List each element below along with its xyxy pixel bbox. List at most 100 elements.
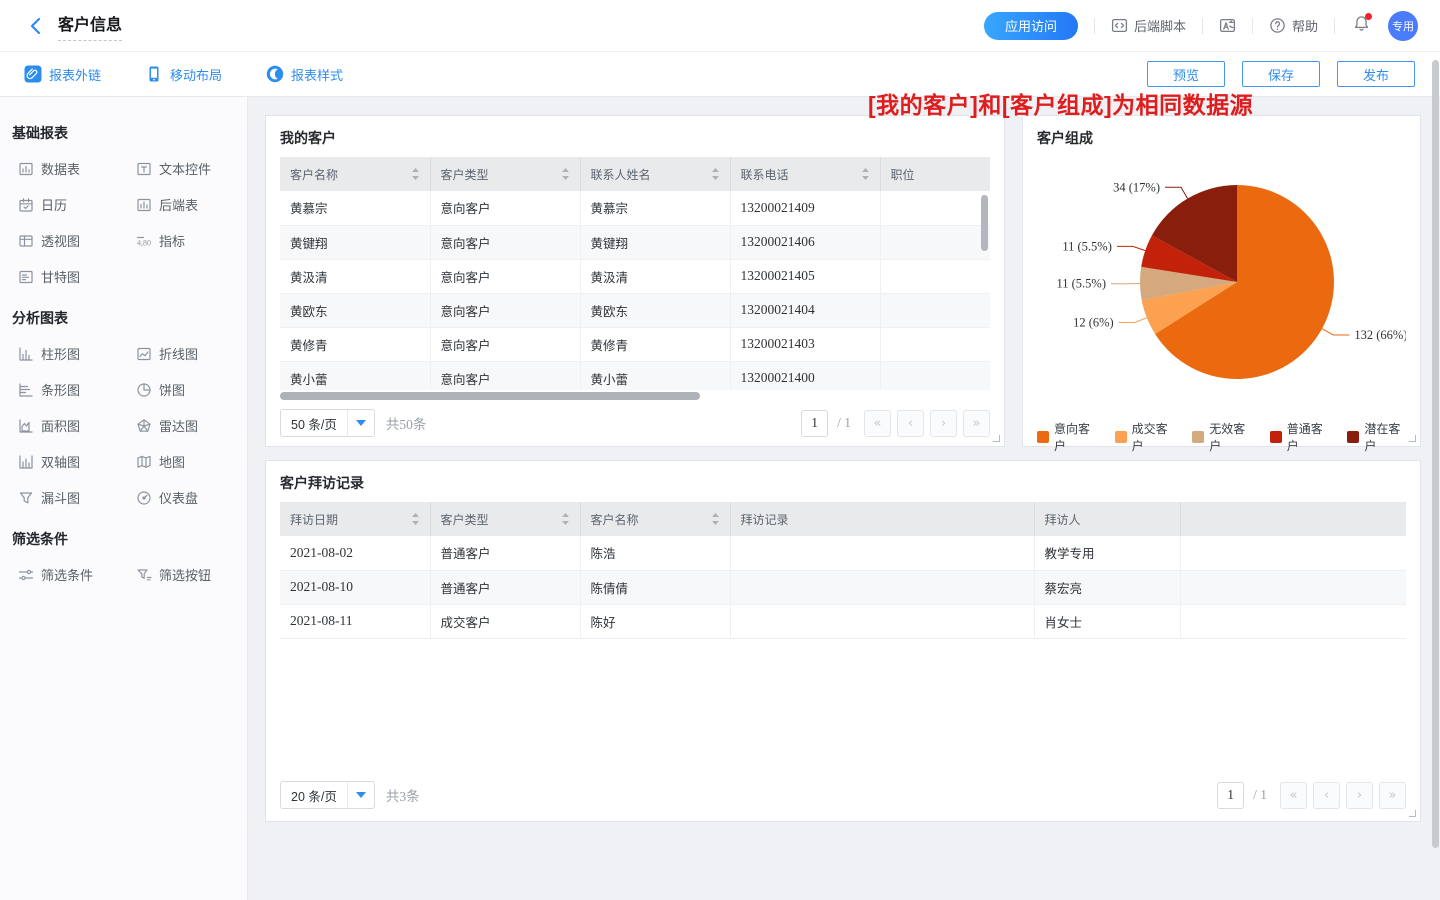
column-header[interactable]: 客户类型 xyxy=(430,502,581,536)
legend-item[interactable]: 普通客户 xyxy=(1269,420,1329,454)
svg-text:4,80: 4,80 xyxy=(137,238,151,247)
page-size-select[interactable]: 20 条/页 xyxy=(280,781,375,809)
sidebar-item-gantt[interactable]: 甘特图 xyxy=(18,267,136,286)
sidebar-item-bar-chart[interactable]: 条形图 xyxy=(18,380,136,399)
pie-data-label: 12 (6%) xyxy=(1073,316,1114,330)
back-icon[interactable] xyxy=(26,16,46,36)
sidebar-item-gauge[interactable]: 仪表盘 xyxy=(136,488,246,507)
mobile-layout-button[interactable]: 移动布局 xyxy=(145,65,222,84)
sidebar-item-data-table[interactable]: 数据表 xyxy=(18,159,136,178)
sidebar-item-dual-axis-chart[interactable]: 双轴图 xyxy=(18,452,136,471)
page-scrollbar[interactable] xyxy=(1432,60,1439,890)
table-vertical-scrollbar[interactable] xyxy=(981,195,988,251)
calendar-icon xyxy=(19,197,33,212)
notification-button[interactable] xyxy=(1353,12,1372,37)
page-size-select[interactable]: 50 条/页 xyxy=(280,409,375,437)
column-header[interactable]: 拜访人 xyxy=(1034,502,1181,536)
map-icon xyxy=(137,455,151,468)
sidebar-item-column-chart[interactable]: 柱形图 xyxy=(18,344,136,363)
report-link-icon xyxy=(24,65,42,83)
visit-records-table: 拜访日期 客户类型 客户名称 拜访记录 拜访人 2021-08-02 普通客户 陈浩… xyxy=(280,502,1406,639)
section-title-charts: 分析图表 xyxy=(12,310,68,326)
panel-my-customers[interactable]: 我的客户 客户名称 客户类型 联系人姓名 联系电话 职位 黄慕宗 意向客户 黄慕… xyxy=(265,115,1005,447)
save-button[interactable]: 保存 xyxy=(1242,61,1320,87)
last-page-button[interactable]: » xyxy=(1379,781,1406,809)
language-icon xyxy=(1219,19,1236,32)
indicator-icon: 4,80 xyxy=(136,236,151,247)
prev-page-button[interactable]: ‹ xyxy=(1313,781,1340,809)
gauge-icon xyxy=(137,490,151,505)
column-header[interactable]: 职位 xyxy=(880,157,990,191)
sidebar-item-indicator[interactable]: 4,80 指标 xyxy=(136,231,246,250)
sidebar-item-backend-table[interactable]: 后端表 xyxy=(136,195,246,214)
sidebar-item-filter-condition[interactable]: 筛选条件 xyxy=(18,565,136,584)
resize-handle[interactable] xyxy=(1409,435,1416,442)
sidebar-item-radar-chart[interactable]: 雷达图 xyxy=(136,416,246,435)
sidebar-item-pie-chart[interactable]: 饼图 xyxy=(136,380,246,399)
pie-data-label: 11 (5.5%) xyxy=(1062,239,1112,253)
legend-item[interactable]: 成交客户 xyxy=(1114,420,1174,454)
page-scrollbar-thumb[interactable] xyxy=(1432,60,1439,848)
resize-handle[interactable] xyxy=(993,435,1000,442)
column-header[interactable]: 拜访日期 xyxy=(280,502,431,536)
backend-script-button[interactable]: 后端脚本 xyxy=(1111,16,1186,35)
next-page-button[interactable]: › xyxy=(1346,781,1373,809)
first-page-button[interactable]: « xyxy=(864,409,891,437)
column-header[interactable]: 联系电话 xyxy=(730,157,881,191)
resize-handle[interactable] xyxy=(1409,810,1416,817)
publish-button[interactable]: 发布 xyxy=(1337,61,1415,87)
sort-icon[interactable] xyxy=(861,167,870,181)
prev-page-button[interactable]: ‹ xyxy=(897,409,924,437)
table-horizontal-scrollbar[interactable] xyxy=(280,392,990,400)
sort-icon[interactable] xyxy=(561,167,570,181)
preview-button[interactable]: 预览 xyxy=(1147,61,1225,87)
legend-item[interactable]: 意向客户 xyxy=(1037,420,1096,454)
sort-icon[interactable] xyxy=(711,167,720,181)
table-row: 黄欧东 意向客户 黄欧东 13200021404 xyxy=(280,293,990,328)
page-number-input[interactable]: 1 xyxy=(801,409,829,437)
data-table-icon xyxy=(19,162,33,175)
page-number-input[interactable]: 1 xyxy=(1217,781,1245,809)
sidebar-item-filter-button[interactable]: 筛选按钮 xyxy=(136,565,246,584)
total-count: 共3条 xyxy=(385,789,420,804)
column-header[interactable]: 联系人姓名 xyxy=(580,157,731,191)
sidebar-item-area-chart[interactable]: 面积图 xyxy=(18,416,136,435)
sidebar-item-calendar[interactable]: 日历 xyxy=(18,195,136,214)
divider xyxy=(1093,17,1095,34)
sort-icon[interactable] xyxy=(711,512,720,526)
column-header[interactable]: 客户名称 xyxy=(280,157,431,191)
help-button[interactable]: 帮助 xyxy=(1269,16,1318,35)
page-title[interactable]: 客户信息 xyxy=(58,11,123,41)
report-style-button[interactable]: 报表样式 xyxy=(266,65,343,84)
sidebar-item-line-chart[interactable]: 折线图 xyxy=(136,344,246,363)
column-header[interactable]: 客户名称 xyxy=(580,502,731,536)
text-widget-icon xyxy=(137,162,151,175)
column-header[interactable]: 客户类型 xyxy=(430,157,581,191)
page-of: / 1 xyxy=(1253,787,1267,802)
next-page-button[interactable]: › xyxy=(930,409,957,437)
legend-item[interactable]: 无效客户 xyxy=(1192,420,1251,454)
panel-visit-records[interactable]: 客户拜访记录 拜访日期 客户类型 客户名称 拜访记录 拜访人 2021-08-0… xyxy=(265,460,1421,822)
pie-data-label: 132 (66%) xyxy=(1354,328,1406,342)
sidebar-item-map[interactable]: 地图 xyxy=(136,452,246,471)
scrollbar-thumb[interactable] xyxy=(280,392,700,400)
sort-icon[interactable] xyxy=(561,512,570,526)
legend-item[interactable]: 潜在客户 xyxy=(1347,420,1406,454)
column-header[interactable]: 拜访记录 xyxy=(730,502,1035,536)
last-page-button[interactable]: » xyxy=(963,409,990,437)
avatar[interactable]: 专用 xyxy=(1388,10,1418,41)
first-page-button[interactable]: « xyxy=(1280,781,1307,809)
report-link-button[interactable]: 报表外链 xyxy=(24,65,101,84)
sidebar-item-text-widget[interactable]: 文本控件 xyxy=(136,159,246,178)
table-row: 2021-08-11 成交客户 陈好 肖女士 xyxy=(280,604,1406,639)
divider xyxy=(1334,17,1335,34)
sort-icon[interactable] xyxy=(411,167,420,181)
app-access-button[interactable]: 应用访问 xyxy=(983,11,1078,40)
panel-customer-composition[interactable]: 客户组成 132 (66%) 12 (6%) 11 (5.5%) 11 (5.5%) 3… xyxy=(1022,115,1421,453)
sidebar-item-funnel-chart[interactable]: 漏斗图 xyxy=(18,488,136,507)
language-button[interactable] xyxy=(1219,17,1236,34)
code-icon xyxy=(1111,19,1128,32)
sort-icon[interactable] xyxy=(411,512,420,526)
legend-label: 意向客户 xyxy=(1054,422,1091,453)
sidebar-item-pivot[interactable]: 透视图 xyxy=(18,231,136,250)
